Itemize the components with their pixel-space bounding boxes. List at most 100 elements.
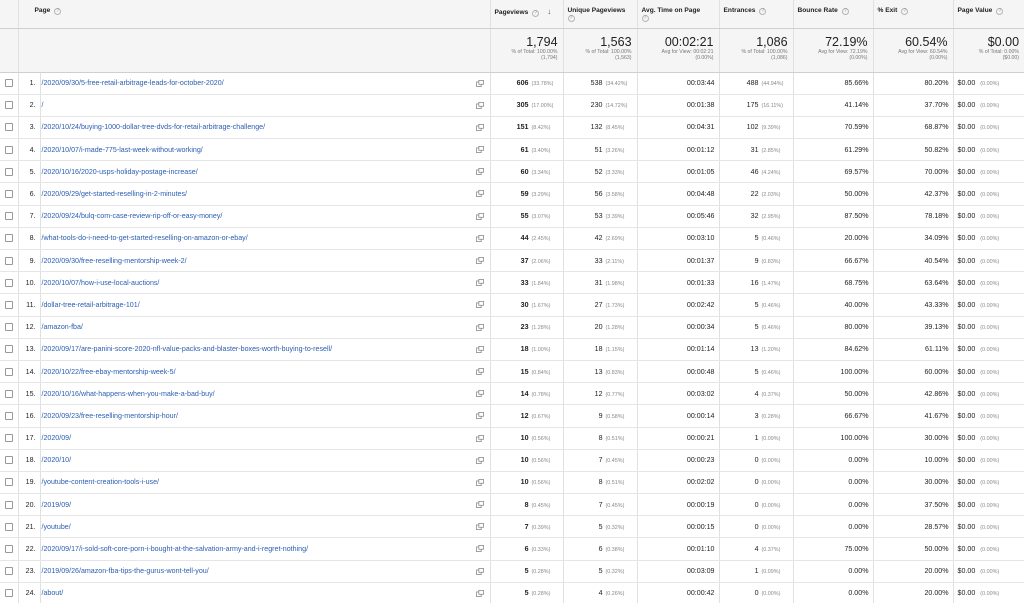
open-in-new-window-icon[interactable] — [475, 501, 484, 509]
row-checkbox[interactable] — [4, 367, 13, 376]
row-checkbox[interactable] — [4, 478, 13, 487]
page-link[interactable]: /amazon-fba/ — [41, 323, 83, 331]
entrances-percent: (0.00%) — [761, 480, 781, 487]
open-in-new-window-icon[interactable] — [475, 257, 484, 264]
row-checkbox[interactable] — [4, 101, 13, 110]
pageviews-percent: (8.42%) — [531, 125, 551, 132]
bounce-rate-cell: 0.00% — [793, 582, 874, 603]
row-checkbox[interactable] — [4, 434, 13, 443]
row-checkbox[interactable] — [4, 123, 13, 132]
row-checkbox[interactable] — [4, 589, 13, 598]
open-in-new-window-icon[interactable] — [475, 79, 484, 87]
page-link[interactable]: /2020/09/24/bulq-com-case-review-rip-off… — [41, 212, 223, 220]
page-link[interactable]: /2020/10/07/i-made-775-last-week-without… — [41, 146, 203, 154]
page-link[interactable]: /2020/10/ — [41, 456, 72, 464]
page-link[interactable]: /2020/09/29/get-started-reselling-in-2-m… — [41, 190, 188, 198]
row-checkbox[interactable] — [4, 190, 13, 199]
row-checkbox[interactable] — [4, 79, 13, 88]
help-question-icon[interactable]: ? — [567, 15, 575, 22]
help-question-icon[interactable]: ? — [759, 8, 767, 15]
page-link[interactable]: /dollar-tree-retail-arbitrage-101/ — [41, 301, 140, 309]
row-checkbox[interactable] — [4, 545, 13, 554]
page-link[interactable]: /youtube/ — [41, 523, 71, 531]
open-in-new-window-icon[interactable] — [475, 434, 484, 442]
pageviews-cell: 15 (0.84%) — [490, 360, 564, 384]
row-checkbox[interactable] — [4, 278, 13, 287]
page-link[interactable]: /2020/10/22/free-ebay-mentorship-week-5/ — [41, 368, 176, 376]
help-question-icon[interactable]: ? — [996, 8, 1004, 15]
row-checkbox[interactable] — [4, 167, 13, 176]
page-link[interactable]: /2020/10/24/buying-1000-dollar-tree-dvds… — [41, 123, 266, 131]
open-in-new-window-icon[interactable] — [475, 212, 484, 220]
unique-pageviews-value: 42 — [594, 234, 603, 243]
open-in-new-window-icon[interactable] — [475, 545, 484, 553]
open-in-new-window-icon[interactable] — [475, 234, 484, 242]
page-link[interactable]: /2020/09/17/i-sold-soft-core-porn-i-boug… — [41, 545, 309, 553]
help-question-icon[interactable]: ? — [532, 10, 540, 17]
page-link[interactable]: /youtube-content-creation-tools-i-use/ — [41, 478, 160, 486]
page-link[interactable]: /2019/09/26/amazon-fba-tips-the-gurus-wo… — [41, 567, 209, 575]
open-in-new-window-icon[interactable] — [475, 301, 484, 309]
help-question-icon[interactable]: ? — [901, 8, 909, 15]
row-checkbox[interactable] — [4, 212, 13, 221]
page-link[interactable]: /2020/09/30/free-reselling-mentorship-we… — [41, 257, 187, 265]
bounce-rate-cell: 0.00% — [793, 449, 874, 472]
row-checkbox[interactable] — [4, 234, 13, 243]
open-in-new-window-icon[interactable] — [475, 567, 484, 575]
page-link[interactable]: /2020/10/07/how-i-use-local-auctions/ — [41, 279, 160, 287]
row-checkbox[interactable] — [4, 567, 13, 576]
row-checkbox[interactable] — [4, 300, 13, 309]
page-link[interactable]: /2020/10/16/2020-usps-holiday-postage-in… — [41, 168, 198, 176]
open-in-new-window-icon[interactable] — [475, 412, 484, 420]
page-link[interactable]: /2020/10/16/what-happens-when-you-make-a… — [41, 390, 215, 398]
page-link[interactable]: /2020/09/30/5-free-retail-arbitrage-lead… — [41, 79, 224, 87]
entrances-percent: (2.95%) — [761, 214, 781, 221]
column-header-avg-time[interactable]: Avg. Time on Page? — [637, 0, 720, 29]
row-checkbox[interactable] — [4, 456, 13, 465]
row-checkbox[interactable] — [4, 256, 13, 265]
unique-pageviews-percent: (0.45%) — [605, 458, 625, 465]
open-in-new-window-icon[interactable] — [475, 190, 484, 198]
open-in-new-window-icon[interactable] — [475, 478, 484, 486]
sort-descending-arrow-icon[interactable]: ↓ — [547, 7, 551, 16]
open-in-new-window-icon[interactable] — [475, 146, 484, 154]
column-header-page[interactable]: Page? — [18, 0, 491, 29]
column-header-page-value[interactable]: Page Value? — [953, 0, 1024, 29]
row-checkbox[interactable] — [4, 500, 13, 509]
column-header-unique-pageviews[interactable]: Unique Pageviews? — [563, 0, 638, 29]
help-question-icon[interactable]: ? — [841, 8, 849, 15]
page-link[interactable]: /what-tools-do-i-need-to-get-started-res… — [41, 234, 248, 242]
row-checkbox[interactable] — [4, 145, 13, 154]
page-link[interactable]: /2020/09/23/free-reselling-mentorship-ho… — [41, 412, 178, 420]
open-in-new-window-icon[interactable] — [475, 589, 484, 597]
column-header-pageviews[interactable]: Pageviews? ↓ — [490, 0, 564, 29]
page-link[interactable]: /about/ — [41, 589, 64, 597]
open-in-new-window-icon[interactable] — [475, 323, 484, 331]
row-checkbox[interactable] — [4, 345, 13, 354]
page-link[interactable]: / — [41, 101, 44, 109]
open-in-new-window-icon[interactable] — [475, 523, 484, 531]
row-checkbox[interactable] — [4, 323, 13, 332]
page-value-percent: (0.00%) — [980, 325, 1000, 332]
open-in-new-window-icon[interactable] — [475, 345, 484, 353]
page-value-cell: $0.00 (0.00%) — [953, 316, 1024, 339]
open-in-new-window-icon[interactable] — [475, 123, 484, 131]
open-in-new-window-icon[interactable] — [475, 168, 484, 176]
column-header-exit[interactable]: % Exit? — [873, 0, 954, 29]
help-question-icon[interactable]: ? — [54, 8, 62, 15]
page-value-percent: (0.00%) — [980, 280, 1000, 287]
page-link[interactable]: /2020/09/ — [41, 434, 72, 442]
column-header-bounce-rate[interactable]: Bounce Rate? — [793, 0, 874, 29]
row-checkbox[interactable] — [4, 389, 13, 398]
open-in-new-window-icon[interactable] — [475, 101, 484, 109]
help-question-icon[interactable]: ? — [641, 15, 649, 22]
page-link[interactable]: /2019/09/ — [41, 501, 72, 509]
open-in-new-window-icon[interactable] — [475, 456, 484, 464]
open-in-new-window-icon[interactable] — [475, 367, 484, 375]
open-in-new-window-icon[interactable] — [475, 390, 484, 398]
page-link[interactable]: /2020/09/17/are-panini-score-2020-nfl-va… — [41, 345, 333, 353]
column-header-entrances[interactable]: Entrances? — [719, 0, 794, 29]
row-checkbox[interactable] — [4, 522, 13, 531]
open-in-new-window-icon[interactable] — [475, 279, 484, 287]
row-checkbox[interactable] — [4, 411, 13, 420]
